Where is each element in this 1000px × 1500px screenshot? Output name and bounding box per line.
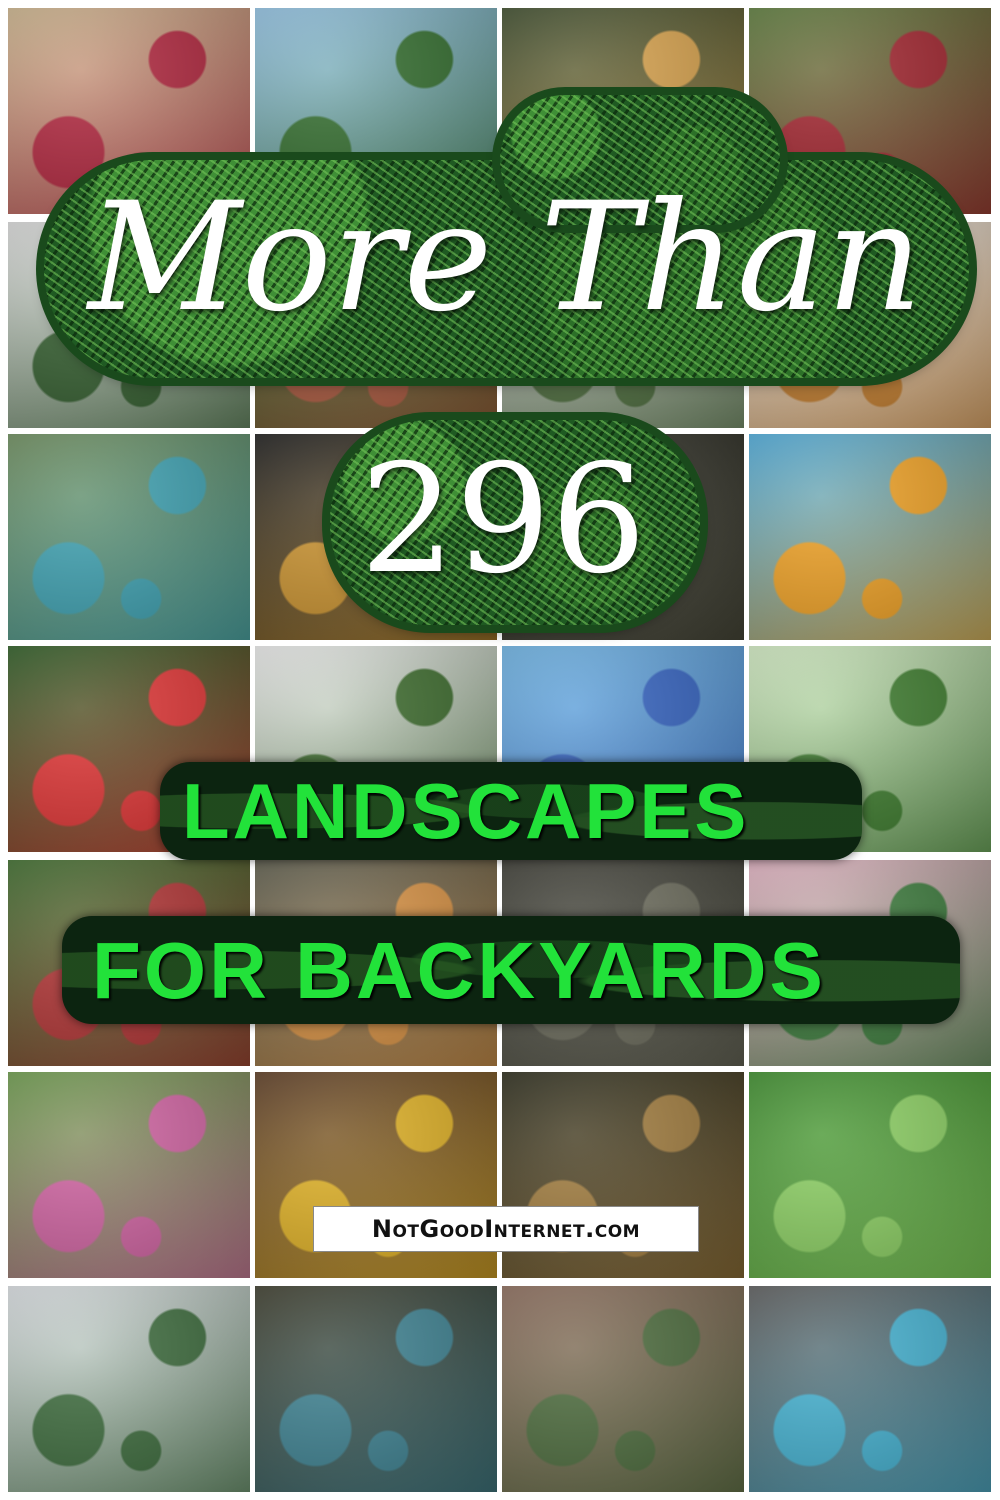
site-url-label: NotGoodInternet.com <box>313 1206 699 1252</box>
collage-photo-27 <box>502 1286 744 1492</box>
collage-photo-21 <box>8 1072 250 1278</box>
collage-photo-9 <box>8 434 250 640</box>
headline-landscapes: LANDSCAPES <box>182 767 750 855</box>
collage-photo-25 <box>8 1286 250 1492</box>
headline-number: 296 <box>360 433 647 607</box>
collage-photo-12 <box>749 434 991 640</box>
collage-photo-24 <box>749 1072 991 1278</box>
collage-photo-28 <box>749 1286 991 1492</box>
headline-more-than: More Than <box>88 171 923 345</box>
site-url-text: NotGoodInternet.com <box>371 1215 641 1243</box>
collage-photo-26 <box>255 1286 497 1492</box>
headline-for-backyards: FOR BACKYARDS <box>92 926 826 1015</box>
